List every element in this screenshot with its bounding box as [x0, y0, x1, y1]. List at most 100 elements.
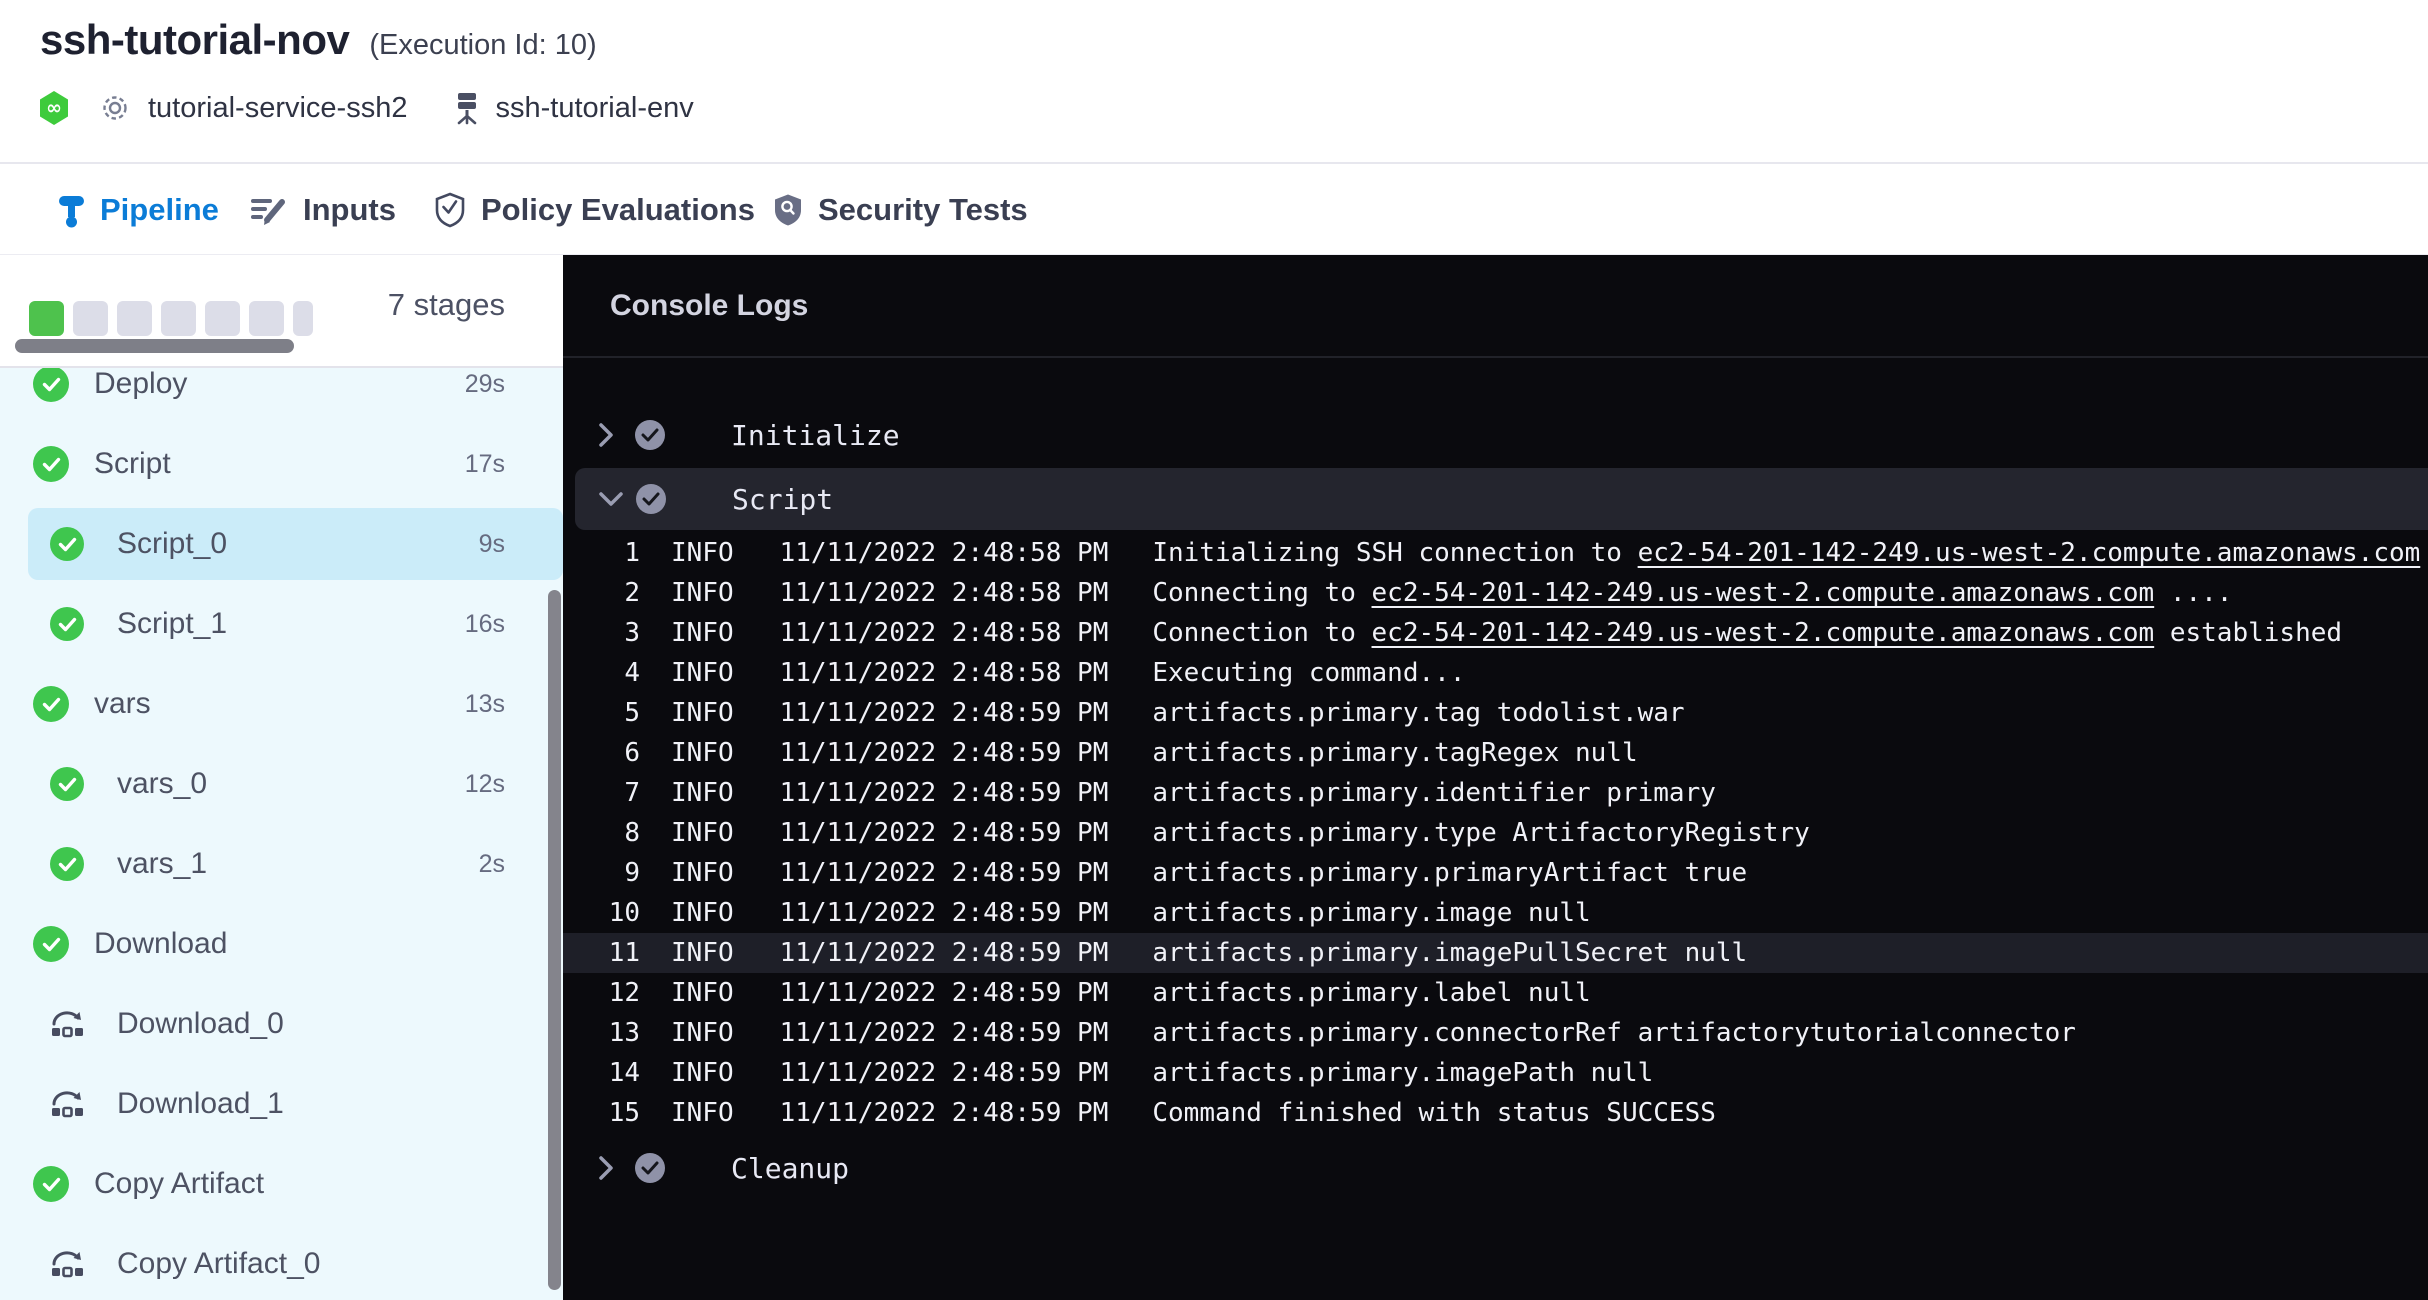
log-line-number: 15	[563, 1098, 640, 1128]
log-message-part: ....	[2420, 538, 2428, 568]
stage-list: Deploy 29s Script 17s Script_0 9s Script…	[0, 368, 563, 1300]
success-check-icon	[50, 847, 84, 881]
stage-duration: 17s	[465, 450, 505, 479]
stage-label: Deploy	[94, 368, 187, 401]
log-level: INFO	[671, 618, 734, 648]
stage-duration: 12s	[465, 770, 505, 799]
tab-security-tests[interactable]: Security Tests	[773, 166, 1028, 254]
log-message-part: Command finished with status SUCCESS	[1152, 1098, 1716, 1128]
log-message-part: Initializing SSH connection to	[1152, 538, 1637, 568]
log-message-part: artifacts.primary.identifier primary	[1152, 778, 1716, 808]
page-title: ssh-tutorial-nov	[40, 16, 349, 64]
success-check-icon	[33, 926, 69, 962]
security-shield-icon	[773, 193, 803, 227]
log-line-number: 9	[563, 858, 640, 888]
log-message-part: artifacts.primary.imagePath null	[1152, 1058, 1653, 1088]
log-line-number: 5	[563, 698, 640, 728]
success-check-icon	[33, 686, 69, 722]
stage-row-download[interactable]: Download	[0, 904, 563, 984]
log-timestamp: 11/11/2022 2:48:59 PM	[780, 938, 1109, 968]
console-title: Console Logs	[610, 289, 808, 323]
success-check-icon	[50, 767, 84, 801]
log-level: INFO	[671, 1098, 734, 1128]
tab-inputs[interactable]: Inputs	[250, 166, 396, 254]
log-message: artifacts.primary.label null	[1152, 978, 1590, 1008]
log-message: Connecting to ec2-54-201-142-249.us-west…	[1152, 578, 2232, 608]
stages-sidebar: 7 stages Deploy 29s Script 17s Script_0 …	[0, 255, 563, 1300]
stage-label: Download_0	[117, 1007, 284, 1041]
tab-policy-evaluations[interactable]: Policy Evaluations	[434, 166, 755, 254]
stage-row-deploy[interactable]: Deploy 29s	[0, 368, 563, 424]
stage-label: Script	[94, 447, 171, 481]
stages-header: 7 stages	[0, 255, 563, 368]
log-row: 14 INFO 11/11/2022 2:48:59 PM artifacts.…	[563, 1053, 2428, 1093]
stage-row-vars-1[interactable]: vars_1 2s	[0, 824, 563, 904]
section-script[interactable]: Script	[575, 468, 2428, 530]
log-host-link[interactable]: ec2-54-201-142-249.us-west-2.compute.ama…	[1372, 618, 2155, 648]
tab-label: Pipeline	[100, 192, 219, 228]
log-line-number: 11	[563, 938, 640, 968]
environment-icon	[453, 91, 481, 125]
service-name[interactable]: tutorial-service-ssh2	[148, 92, 407, 125]
section-label: Cleanup	[731, 1152, 849, 1185]
policy-shield-icon	[434, 192, 466, 228]
stage-row-vars[interactable]: vars 13s	[0, 664, 563, 744]
log-host-link[interactable]: ec2-54-201-142-249.us-west-2.compute.ama…	[1638, 538, 2421, 568]
stage-duration: 2s	[479, 850, 505, 879]
log-message: artifacts.primary.primaryArtifact true	[1152, 858, 1747, 888]
environment-name[interactable]: ssh-tutorial-env	[495, 92, 693, 125]
stage-row-script[interactable]: Script 17s	[0, 424, 563, 504]
stage-row-download-0[interactable]: Download_0	[0, 984, 563, 1064]
log-message: artifacts.primary.imagePath null	[1152, 1058, 1653, 1088]
stage-duration: 9s	[479, 530, 505, 559]
stage-label: vars_0	[117, 767, 207, 801]
log-message-part: artifacts.primary.tagRegex null	[1152, 738, 1637, 768]
section-initialize[interactable]: Initialize	[563, 413, 2428, 457]
vertical-scrollbar-thumb[interactable]	[548, 590, 561, 1290]
log-message-part: artifacts.primary.image null	[1152, 898, 1590, 928]
log-row: 3 INFO 11/11/2022 2:48:58 PM Connection …	[563, 613, 2428, 653]
chevron-down-icon[interactable]	[598, 490, 626, 508]
stage-row-copy-artifact[interactable]: Copy Artifact	[0, 1144, 563, 1224]
chevron-right-icon[interactable]	[597, 422, 625, 448]
log-host-link[interactable]: ec2-54-201-142-249.us-west-2.compute.ama…	[1372, 578, 2155, 608]
tab-label: Security Tests	[818, 192, 1028, 228]
section-label: Script	[732, 483, 833, 516]
stage-row-download-1[interactable]: Download_1	[0, 1064, 563, 1144]
tab-pipeline[interactable]: Pipeline	[58, 166, 219, 254]
log-message: artifacts.primary.image null	[1152, 898, 1590, 928]
stage-label: Download_1	[117, 1087, 284, 1121]
log-message-part: artifacts.primary.primaryArtifact true	[1152, 858, 1747, 888]
stage-label: Copy Artifact_0	[117, 1247, 320, 1281]
stage-label: vars_1	[117, 847, 207, 881]
log-row: 1 INFO 11/11/2022 2:48:58 PM Initializin…	[563, 533, 2428, 573]
log-message-part: artifacts.primary.tag todolist.war	[1152, 698, 1684, 728]
log-line-number: 12	[563, 978, 640, 1008]
progress-square-pending	[249, 301, 284, 336]
stage-row-copy-artifact-0[interactable]: Copy Artifact_0	[0, 1224, 563, 1300]
horizontal-scrollbar-thumb[interactable]	[15, 339, 294, 353]
log-message: artifacts.primary.imagePullSecret null	[1152, 938, 1747, 968]
stage-row-vars-0[interactable]: vars_0 12s	[0, 744, 563, 824]
console-divider	[563, 356, 2428, 358]
log-message-part: established	[2154, 618, 2342, 648]
execution-header: ssh-tutorial-nov (Execution Id: 10) ∞ tu…	[0, 0, 2428, 164]
stage-row-script-1[interactable]: Script_1 16s	[0, 584, 563, 664]
log-message: artifacts.primary.tagRegex null	[1152, 738, 1637, 768]
log-line-number: 3	[563, 618, 640, 648]
log-timestamp: 11/11/2022 2:48:59 PM	[780, 858, 1109, 888]
log-line-number: 8	[563, 818, 640, 848]
tab-label: Policy Evaluations	[481, 192, 755, 228]
log-level: INFO	[671, 938, 734, 968]
chevron-right-icon[interactable]	[597, 1155, 625, 1181]
svg-text:∞: ∞	[46, 97, 62, 119]
progress-square-pending	[293, 301, 313, 336]
log-level: INFO	[671, 738, 734, 768]
stage-duration: 13s	[465, 690, 505, 719]
log-row: 5 INFO 11/11/2022 2:48:59 PM artifacts.p…	[563, 693, 2428, 733]
stage-row-script-0[interactable]: Script_0 9s	[0, 504, 563, 584]
log-line-number: 6	[563, 738, 640, 768]
stage-label: Download	[94, 927, 227, 961]
service-hexagon-icon: ∞	[38, 90, 70, 126]
section-cleanup[interactable]: Cleanup	[563, 1146, 2428, 1190]
